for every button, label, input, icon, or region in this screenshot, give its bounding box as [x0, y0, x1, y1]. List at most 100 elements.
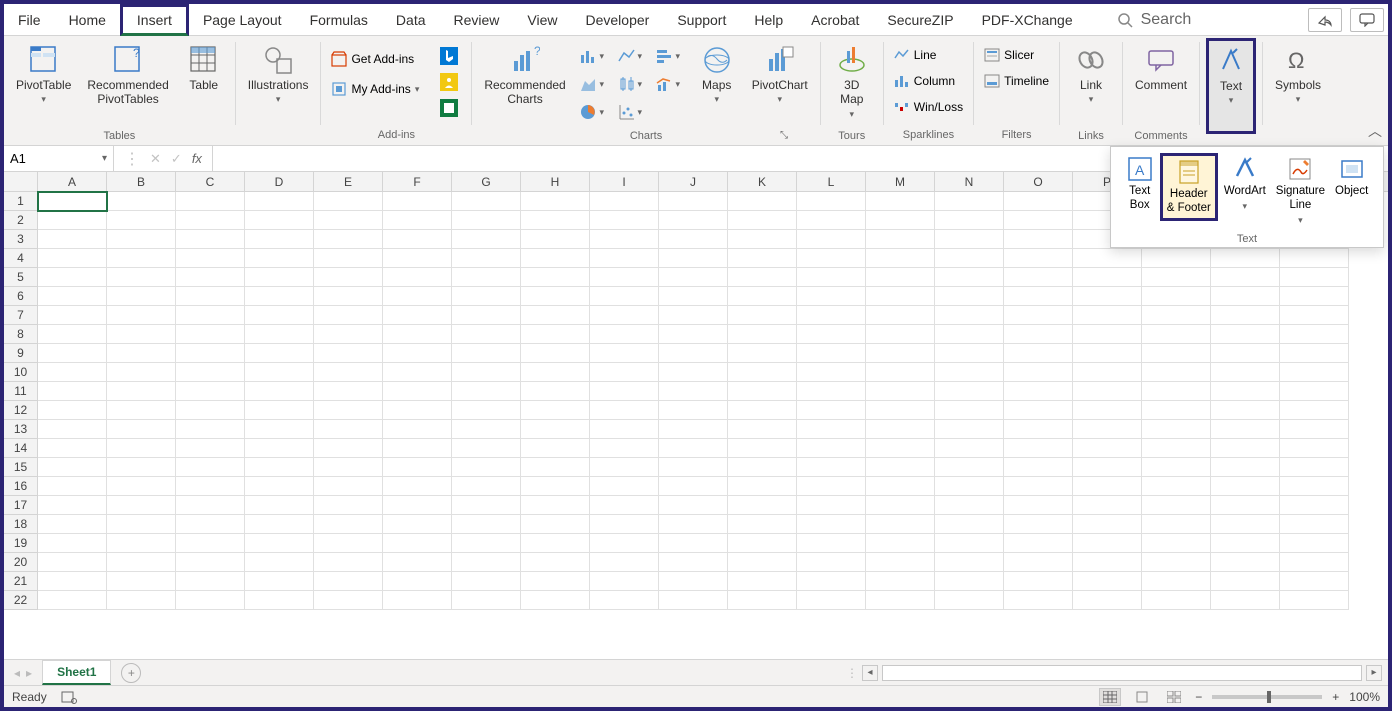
- cell-L9[interactable]: [797, 344, 866, 363]
- cell-J17[interactable]: [659, 496, 728, 515]
- cell-I15[interactable]: [590, 458, 659, 477]
- cell-C14[interactable]: [176, 439, 245, 458]
- cell-C4[interactable]: [176, 249, 245, 268]
- cell-P16[interactable]: [1073, 477, 1142, 496]
- cell-F20[interactable]: [383, 553, 452, 572]
- cell-J7[interactable]: [659, 306, 728, 325]
- cell-O9[interactable]: [1004, 344, 1073, 363]
- cell-O13[interactable]: [1004, 420, 1073, 439]
- col-header-L[interactable]: L: [797, 172, 866, 191]
- cell-N14[interactable]: [935, 439, 1004, 458]
- cell-F15[interactable]: [383, 458, 452, 477]
- cell-S5[interactable]: [1280, 268, 1349, 287]
- cell-R9[interactable]: [1211, 344, 1280, 363]
- cell-O3[interactable]: [1004, 230, 1073, 249]
- cell-F22[interactable]: [383, 591, 452, 610]
- tab-support[interactable]: Support: [663, 4, 740, 36]
- pie-chart-button[interactable]: ▾: [576, 100, 608, 124]
- cell-K3[interactable]: [728, 230, 797, 249]
- cell-L17[interactable]: [797, 496, 866, 515]
- cell-P11[interactable]: [1073, 382, 1142, 401]
- add-sheet-button[interactable]: +: [121, 663, 141, 683]
- cell-I17[interactable]: [590, 496, 659, 515]
- scatter-chart-button[interactable]: ▾: [614, 100, 646, 124]
- cell-O21[interactable]: [1004, 572, 1073, 591]
- cell-K14[interactable]: [728, 439, 797, 458]
- cell-C12[interactable]: [176, 401, 245, 420]
- row-header-20[interactable]: 20: [4, 553, 38, 572]
- cell-P19[interactable]: [1073, 534, 1142, 553]
- column-chart-button[interactable]: ▾: [576, 44, 608, 68]
- cell-P20[interactable]: [1073, 553, 1142, 572]
- comments-pane-button[interactable]: [1350, 8, 1384, 32]
- cell-I7[interactable]: [590, 306, 659, 325]
- illustrations-button[interactable]: Illustrations▾: [242, 40, 315, 130]
- zoom-slider[interactable]: [1212, 695, 1322, 699]
- cell-M15[interactable]: [866, 458, 935, 477]
- cell-A8[interactable]: [38, 325, 107, 344]
- cell-H20[interactable]: [521, 553, 590, 572]
- cell-H8[interactable]: [521, 325, 590, 344]
- cell-L8[interactable]: [797, 325, 866, 344]
- cell-M1[interactable]: [866, 192, 935, 211]
- combo-chart-button[interactable]: ▾: [652, 72, 684, 96]
- cell-A16[interactable]: [38, 477, 107, 496]
- view-page-layout-button[interactable]: [1131, 688, 1153, 706]
- cell-K6[interactable]: [728, 287, 797, 306]
- scroll-right-button[interactable]: ▸: [1366, 665, 1382, 681]
- cell-H10[interactable]: [521, 363, 590, 382]
- cell-E2[interactable]: [314, 211, 383, 230]
- cell-G16[interactable]: [452, 477, 521, 496]
- cell-J8[interactable]: [659, 325, 728, 344]
- cell-K7[interactable]: [728, 306, 797, 325]
- cell-Q15[interactable]: [1142, 458, 1211, 477]
- cell-G3[interactable]: [452, 230, 521, 249]
- cell-A2[interactable]: [38, 211, 107, 230]
- cell-H16[interactable]: [521, 477, 590, 496]
- col-header-E[interactable]: E: [314, 172, 383, 191]
- cell-L7[interactable]: [797, 306, 866, 325]
- cell-J2[interactable]: [659, 211, 728, 230]
- cell-G14[interactable]: [452, 439, 521, 458]
- cell-J15[interactable]: [659, 458, 728, 477]
- cell-F11[interactable]: [383, 382, 452, 401]
- cell-R13[interactable]: [1211, 420, 1280, 439]
- col-header-N[interactable]: N: [935, 172, 1004, 191]
- cell-K5[interactable]: [728, 268, 797, 287]
- cell-D11[interactable]: [245, 382, 314, 401]
- cell-M14[interactable]: [866, 439, 935, 458]
- cell-P12[interactable]: [1073, 401, 1142, 420]
- cell-C3[interactable]: [176, 230, 245, 249]
- cell-N11[interactable]: [935, 382, 1004, 401]
- cell-M7[interactable]: [866, 306, 935, 325]
- cell-H2[interactable]: [521, 211, 590, 230]
- cell-J4[interactable]: [659, 249, 728, 268]
- col-header-B[interactable]: B: [107, 172, 176, 191]
- cell-K11[interactable]: [728, 382, 797, 401]
- col-header-D[interactable]: D: [245, 172, 314, 191]
- cell-G18[interactable]: [452, 515, 521, 534]
- cell-S11[interactable]: [1280, 382, 1349, 401]
- cell-K8[interactable]: [728, 325, 797, 344]
- col-header-A[interactable]: A: [38, 172, 107, 191]
- area-chart-button[interactable]: ▾: [576, 72, 608, 96]
- cell-P13[interactable]: [1073, 420, 1142, 439]
- cell-A7[interactable]: [38, 306, 107, 325]
- cell-N13[interactable]: [935, 420, 1004, 439]
- cell-E11[interactable]: [314, 382, 383, 401]
- cell-N19[interactable]: [935, 534, 1004, 553]
- cell-F2[interactable]: [383, 211, 452, 230]
- people-graph-addin[interactable]: [433, 70, 465, 94]
- tab-review[interactable]: Review: [440, 4, 514, 36]
- bing-maps-addin[interactable]: [433, 44, 465, 68]
- cell-C6[interactable]: [176, 287, 245, 306]
- cell-O17[interactable]: [1004, 496, 1073, 515]
- cell-B12[interactable]: [107, 401, 176, 420]
- bar-chart-button[interactable]: ▾: [652, 44, 684, 68]
- cell-I6[interactable]: [590, 287, 659, 306]
- cell-H1[interactable]: [521, 192, 590, 211]
- cell-F21[interactable]: [383, 572, 452, 591]
- cell-B13[interactable]: [107, 420, 176, 439]
- cell-C19[interactable]: [176, 534, 245, 553]
- cell-M16[interactable]: [866, 477, 935, 496]
